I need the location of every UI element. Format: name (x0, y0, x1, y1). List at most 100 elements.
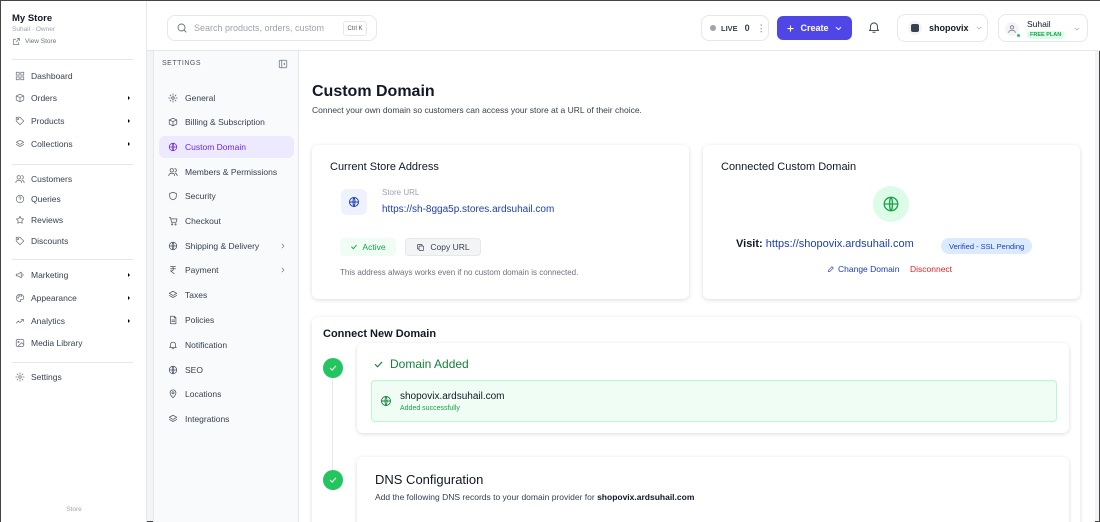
search-input[interactable] (194, 23, 324, 33)
page-subtitle: Connect your own domain so customers can… (312, 105, 642, 115)
settings-item-integrations[interactable]: Integrations (159, 408, 294, 430)
image-icon (15, 338, 25, 348)
sidebar-divider (12, 362, 133, 363)
added-domain-status: Added successfully (400, 405, 460, 412)
globe-icon (873, 186, 909, 222)
connect-new-domain-card: Connect New Domain Domain Added shopovix… (312, 317, 1080, 522)
sidebar-item-discounts[interactable]: Discounts (1, 232, 147, 250)
store-name: My Store (12, 13, 53, 24)
settings-item-policies[interactable]: Policies (159, 309, 294, 331)
settings-item-taxes[interactable]: Taxes (159, 284, 294, 306)
chevron-down-icon (1073, 25, 1081, 33)
search-box[interactable]: Ctrl K (167, 15, 377, 41)
status-label: Active (362, 242, 386, 252)
settings-item-locations[interactable]: Locations (159, 383, 294, 405)
check-icon (373, 359, 384, 370)
chevron-right-icon (125, 271, 133, 279)
star-icon (15, 215, 25, 225)
globe-icon (168, 365, 178, 375)
help-circle-icon (15, 194, 25, 204)
store-url-label: Store URL (382, 188, 420, 197)
globe-icon (380, 395, 392, 407)
rupee-icon (168, 265, 178, 275)
sidebar-item-queries[interactable]: Queries (1, 190, 147, 208)
change-domain-label: Change Domain (838, 264, 900, 274)
view-store-label: View Store (25, 38, 57, 45)
chevron-right-icon (279, 242, 287, 250)
users-icon (168, 167, 178, 177)
step-complete-check-icon (323, 470, 343, 490)
globe-icon (168, 241, 178, 251)
grid-icon (15, 71, 25, 81)
globe-icon (341, 189, 367, 215)
more-vertical-icon: ⋮ (756, 22, 766, 33)
settings-item-seo[interactable]: SEO (159, 359, 294, 381)
search-shortcut-hint: Ctrl K (343, 21, 367, 36)
bell-icon (168, 340, 178, 350)
sidebar-item-orders[interactable]: Orders (1, 89, 147, 107)
disconnect-button[interactable]: Disconnect (910, 264, 952, 274)
sidebar-item-products[interactable]: Products (1, 112, 147, 130)
store-url-link[interactable]: https://sh-8gga5p.stores.ardsuhail.com (382, 204, 554, 215)
settings-item-label: Security (185, 191, 216, 201)
bell-icon[interactable] (867, 20, 881, 34)
sidebar-item-settings[interactable]: Settings (1, 368, 147, 386)
shield-icon (168, 191, 178, 201)
main-sidebar: My Store Suhail · Owner View Store Dashb… (1, 1, 147, 522)
chevron-down-icon (975, 24, 983, 32)
chevron-right-icon (125, 94, 133, 102)
megaphone-icon (15, 270, 25, 280)
main-content: Custom Domain Connect your own domain so… (299, 51, 1095, 522)
sidebar-item-marketing[interactable]: Marketing (1, 266, 147, 284)
plus-icon (786, 24, 795, 33)
settings-item-notification[interactable]: Notification (159, 334, 294, 356)
sidebar-item-media-library[interactable]: Media Library (1, 334, 147, 352)
settings-item-label: General (185, 93, 216, 103)
create-label: Create (800, 23, 829, 33)
sidebar-item-customers[interactable]: Customers (1, 170, 147, 188)
sidebar-item-appearance[interactable]: Appearance (1, 289, 147, 307)
store-owner-label: Suhail · Owner (12, 26, 55, 33)
shop-logo (908, 21, 922, 35)
step-complete-check-icon (323, 358, 343, 378)
settings-item-members[interactable]: Members & Permissions (159, 161, 294, 183)
custom-domain-link[interactable]: https://shopovix.ardsuhail.com (766, 238, 914, 250)
chevron-right-icon (125, 294, 133, 302)
sidebar-divider (12, 259, 133, 260)
settings-item-checkout[interactable]: Checkout (159, 210, 294, 232)
card-heading: Current Store Address (330, 161, 439, 173)
sidebar-item-label: Customers (31, 174, 73, 184)
create-button[interactable]: Create (777, 16, 852, 40)
live-visitors[interactable]: LIVE 0 ⋮ (701, 15, 769, 41)
sidebar-item-reviews[interactable]: Reviews (1, 211, 147, 229)
globe-icon (168, 142, 178, 152)
sidebar-item-label: Orders (31, 93, 57, 103)
settings-item-label: Checkout (185, 216, 221, 226)
settings-item-security[interactable]: Security (159, 185, 294, 207)
sidebar-item-dashboard[interactable]: Dashboard (1, 67, 147, 85)
user-menu[interactable]: Suhail FREE PLAN (998, 14, 1088, 42)
card-heading: Connect New Domain (323, 328, 437, 340)
settings-item-general[interactable]: General (159, 87, 294, 109)
ticket-icon (15, 236, 25, 246)
plan-badge: FREE PLAN (1027, 31, 1065, 39)
timeline-connector (332, 379, 333, 475)
chart-icon (15, 316, 25, 326)
tag-icon (15, 116, 25, 126)
search-icon (176, 22, 188, 34)
settings-item-billing[interactable]: Billing & Subscription (159, 111, 294, 133)
copy-url-button[interactable]: Copy URL (405, 238, 481, 256)
change-domain-button[interactable]: Change Domain (827, 264, 899, 274)
sidebar-divider (12, 164, 133, 165)
sidebar-item-label: Reviews (31, 215, 64, 225)
sidebar-item-analytics[interactable]: Analytics (1, 312, 147, 330)
settings-item-payment[interactable]: Payment (159, 259, 294, 281)
map-pin-icon (168, 389, 178, 399)
settings-nav-title: SETTINGS (162, 60, 202, 67)
sidebar-item-collections[interactable]: Collections (1, 135, 147, 153)
view-store-link[interactable]: View Store (12, 37, 56, 46)
settings-item-custom-domain[interactable]: Custom Domain (159, 136, 294, 158)
settings-item-shipping[interactable]: Shipping & Delivery (159, 235, 294, 257)
collapse-panel-icon[interactable] (278, 59, 288, 69)
shop-switcher[interactable]: shopovix (897, 14, 988, 42)
